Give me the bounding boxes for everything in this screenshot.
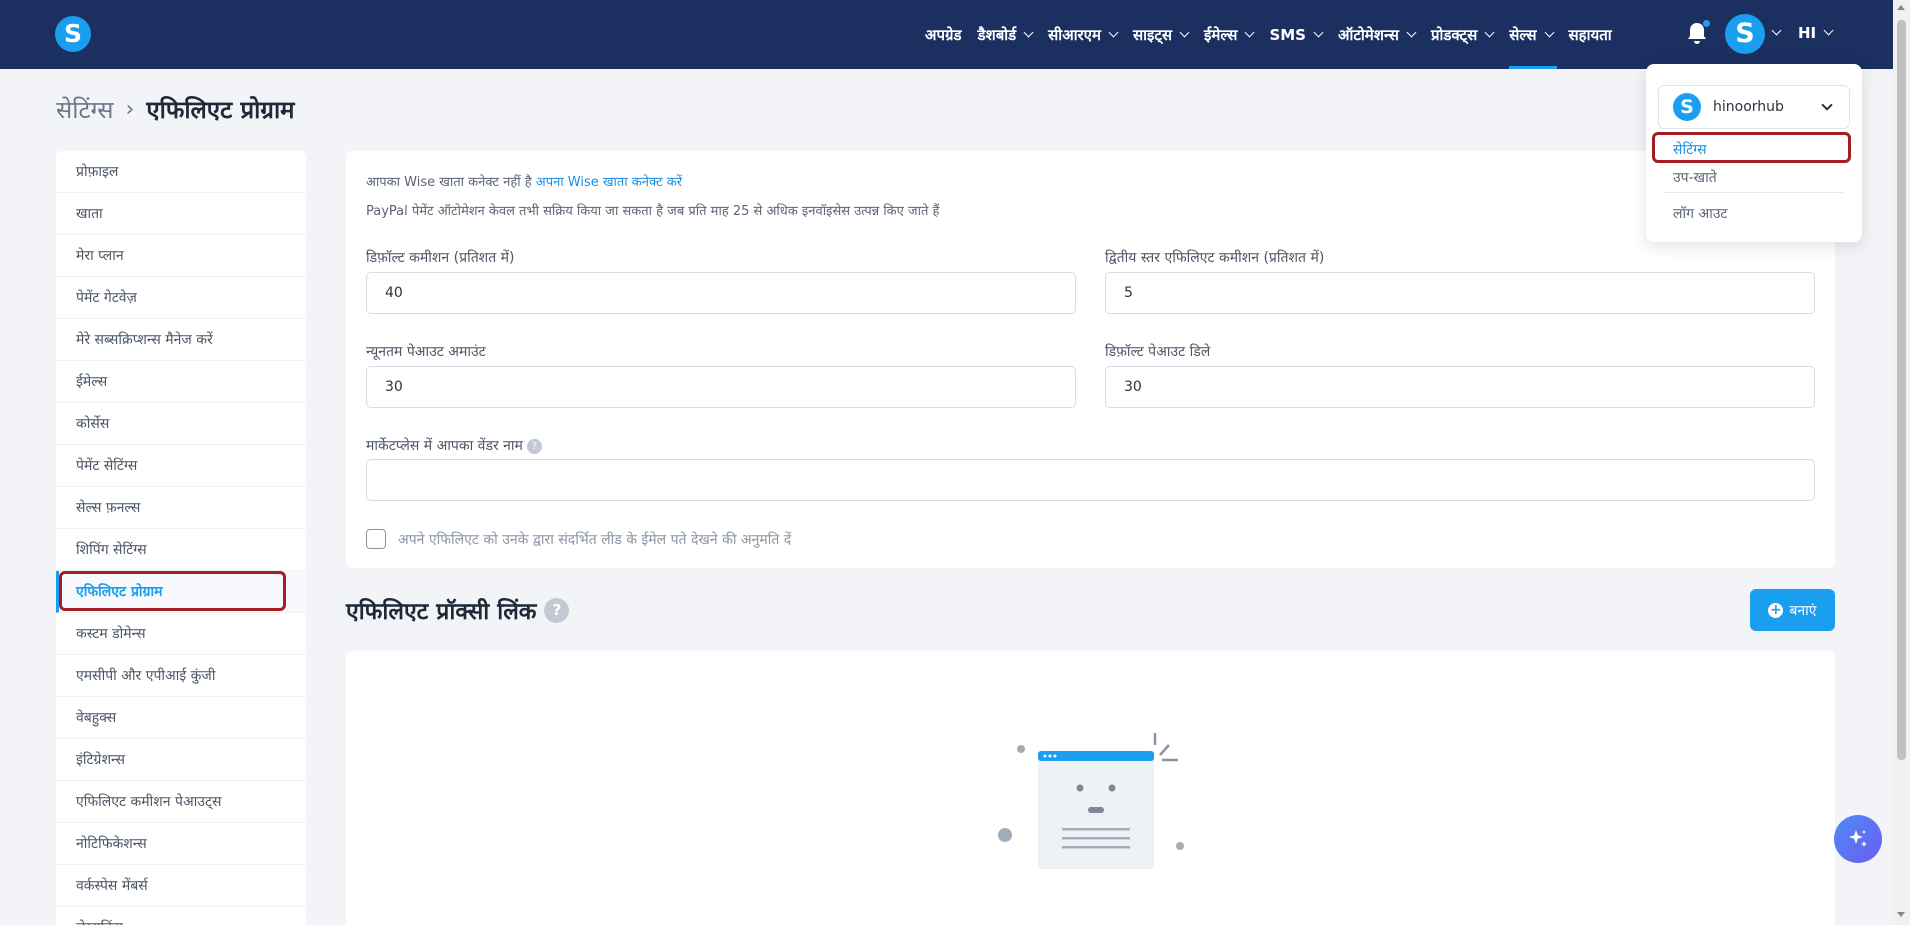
- second-tier-commission-input[interactable]: 5: [1105, 272, 1815, 314]
- page-title: एफिलिएट प्रोग्राम: [146, 96, 295, 124]
- main-nav: अपग्रेड डैशबोर्ड सीआरएम साइट्स ईमेल्स SM…: [925, 0, 1628, 69]
- chevron-down-icon: [1484, 27, 1495, 37]
- nav-sms[interactable]: SMS: [1269, 0, 1324, 69]
- sidebar-item-payment-settings[interactable]: पेमेंट सेटिंग्स: [56, 445, 306, 487]
- user-greeting[interactable]: HI: [1798, 24, 1816, 42]
- scroll-down-arrow-icon[interactable]: [1897, 912, 1905, 917]
- chevron-down-icon: [1406, 27, 1417, 37]
- payout-delay-input[interactable]: 30: [1105, 366, 1815, 408]
- dropdown-item-logout[interactable]: लॉग आउट: [1673, 204, 1728, 223]
- nav-automations[interactable]: ऑटोमेशन्स: [1338, 0, 1417, 69]
- nav-products-label: प्रोडक्ट्स: [1430, 25, 1478, 44]
- nav-sites[interactable]: साइट्स: [1132, 0, 1190, 69]
- sidebar-item-courses[interactable]: कोर्सेस: [56, 403, 306, 445]
- breadcrumb-parent[interactable]: सेटिंग्स: [56, 93, 114, 126]
- chevron-down-icon[interactable]: [1771, 25, 1782, 36]
- breadcrumb-separator: ›: [125, 97, 135, 122]
- sidebar-item-payment-gateways[interactable]: पेमेंट गेटवेज़: [56, 277, 306, 319]
- empty-state-illustration: [998, 733, 1184, 869]
- account-logo: S: [1673, 93, 1701, 121]
- nav-help[interactable]: सहायता: [1569, 0, 1612, 69]
- sidebar-item-account[interactable]: खाता: [56, 193, 306, 235]
- sidebar-item-mcp-api-key[interactable]: एमसीपी और एपीआई कुंजी: [56, 655, 306, 697]
- min-payout-input[interactable]: 30: [366, 366, 1076, 408]
- settings-sidebar: प्रोफ़ाइल खाता मेरा प्लान पेमेंट गेटवेज़…: [56, 151, 306, 925]
- vendor-name-label: मार्केटप्लेस में आपका वेंडर नाम: [366, 438, 523, 454]
- nav-help-label: सहायता: [1568, 25, 1612, 44]
- account-name: hinoorhub: [1713, 99, 1784, 115]
- dropdown-divider: [1664, 192, 1844, 193]
- nav-crm-label: सीआरएम: [1048, 25, 1101, 44]
- sidebar-item-custom-domains[interactable]: कस्टम डोमेन्स: [56, 613, 306, 655]
- min-payout-label: न्यूनतम पेआउट अमाउंट: [366, 344, 486, 360]
- chevron-down-icon: [1245, 27, 1255, 37]
- plus-circle-icon: +: [1768, 601, 1784, 618]
- allow-lead-email-label[interactable]: अपने एफिलिएट को उनके द्वारा संदर्भित लीड…: [398, 530, 791, 549]
- nav-sms-label: SMS: [1269, 25, 1306, 44]
- proxy-links-title: एफिलिएट प्रॉक्सी लिंक: [346, 599, 537, 625]
- sidebar-item-emails[interactable]: ईमेल्स: [56, 361, 306, 403]
- sidebar-item-webhooks[interactable]: वेबहुक्स: [56, 697, 306, 739]
- ai-assistant-button[interactable]: [1834, 815, 1882, 863]
- nav-dashboard[interactable]: डैशबोर्ड: [977, 0, 1034, 69]
- nav-upgrade-label: अपग्रेड: [925, 25, 962, 44]
- payout-delay-label: डिफ़ॉल्ट पेआउट डिले: [1105, 344, 1211, 360]
- top-navbar: S अपग्रेड डैशबोर्ड सीआरएम साइट्स ईमेल्स …: [0, 0, 1910, 69]
- chevron-down-icon: [1544, 27, 1554, 37]
- second-tier-commission-label: द्वितीय स्तर एफिलिएट कमीशन (प्रतिशत में): [1105, 250, 1325, 266]
- sidebar-item-notifications[interactable]: नोटिफिकेशन्स: [56, 823, 306, 865]
- vendor-name-label-row: मार्केटप्लेस में आपका वेंडर नाम?: [366, 436, 542, 455]
- nav-upgrade[interactable]: अपग्रेड: [925, 0, 961, 69]
- sidebar-item-shipping-settings[interactable]: शिपिंग सेटिंग्स: [56, 529, 306, 571]
- nav-sites-label: साइट्स: [1132, 25, 1173, 44]
- account-switcher[interactable]: S hinoorhub: [1658, 85, 1850, 129]
- create-button-label: बनाएं: [1789, 602, 1817, 619]
- chevron-down-icon[interactable]: [1823, 25, 1834, 36]
- proxy-links-heading: एफिलिएट प्रॉक्सी लिंक ?: [346, 594, 570, 626]
- allow-lead-email-checkbox[interactable]: [366, 529, 386, 549]
- chevron-down-icon: [1179, 27, 1190, 37]
- sidebar-item-workspace-members[interactable]: वर्कस्पेस मेंबर्स: [56, 865, 306, 907]
- breadcrumb: सेटिंग्स › एफिलिएट प्रोग्राम: [56, 93, 295, 126]
- scroll-up-arrow-icon[interactable]: [1897, 5, 1905, 10]
- notification-dot: [1703, 20, 1710, 27]
- sidebar-item-profile[interactable]: प्रोफ़ाइल: [56, 151, 306, 193]
- nav-emails[interactable]: ईमेल्स: [1204, 0, 1255, 69]
- avatar[interactable]: S: [1725, 14, 1765, 54]
- help-icon[interactable]: ?: [526, 438, 542, 454]
- highlight-box-settings: [1652, 132, 1851, 163]
- sidebar-item-integrations[interactable]: इंटिग्रेशन्स: [56, 739, 306, 781]
- sidebar-item-accounting[interactable]: लेखाकिंग: [56, 907, 306, 925]
- highlight-box-affiliate-program: [59, 571, 286, 611]
- create-proxy-link-button[interactable]: + बनाएं: [1750, 589, 1835, 631]
- sidebar-item-sales-funnels[interactable]: सेल्स फ़नल्स: [56, 487, 306, 529]
- nav-crm[interactable]: सीआरएम: [1048, 0, 1119, 69]
- sparkle-icon: [1849, 830, 1867, 847]
- sidebar-item-manage-subscriptions[interactable]: मेरे सब्सक्रिप्शन्स मैनेज करें: [56, 319, 306, 361]
- chevron-down-icon: [1023, 27, 1034, 37]
- wise-notice: आपका Wise खाता कनेक्ट नहीं है अपना Wise …: [366, 172, 682, 190]
- dropdown-item-sub-accounts[interactable]: उप-खाते: [1673, 168, 1717, 187]
- nav-sales-label: सेल्स: [1509, 25, 1537, 44]
- connect-wise-link[interactable]: अपना Wise खाता कनेक्ट करें: [536, 175, 682, 190]
- wise-notice-text: आपका Wise खाता कनेक्ट नहीं है: [366, 175, 532, 190]
- nav-products[interactable]: प्रोडक्ट्स: [1430, 0, 1495, 69]
- help-icon[interactable]: ?: [544, 597, 570, 623]
- nav-dashboard-label: डैशबोर्ड: [977, 25, 1017, 44]
- chevron-down-icon: [1313, 27, 1324, 37]
- chevron-down-icon: [1821, 99, 1833, 111]
- paypal-notice: PayPal पेमेंट ऑटोमेशन केवल तभी सक्रिय कि…: [366, 204, 940, 219]
- vendor-name-input[interactable]: [366, 459, 1815, 501]
- brand-logo[interactable]: S: [55, 16, 91, 52]
- sidebar-item-affiliate-payouts[interactable]: एफिलिएट कमीशन पेआउट्स: [56, 781, 306, 823]
- chevron-down-icon: [1108, 27, 1119, 37]
- default-commission-input[interactable]: 40: [366, 272, 1076, 314]
- scrollbar-thumb[interactable]: [1897, 20, 1906, 760]
- nav-sales[interactable]: सेल्स: [1509, 0, 1557, 69]
- nav-automations-label: ऑटोमेशन्स: [1338, 25, 1399, 44]
- nav-emails-label: ईमेल्स: [1204, 25, 1238, 44]
- default-commission-label: डिफ़ॉल्ट कमीशन (प्रतिशत में): [366, 250, 515, 266]
- sidebar-item-my-plan[interactable]: मेरा प्लान: [56, 235, 306, 277]
